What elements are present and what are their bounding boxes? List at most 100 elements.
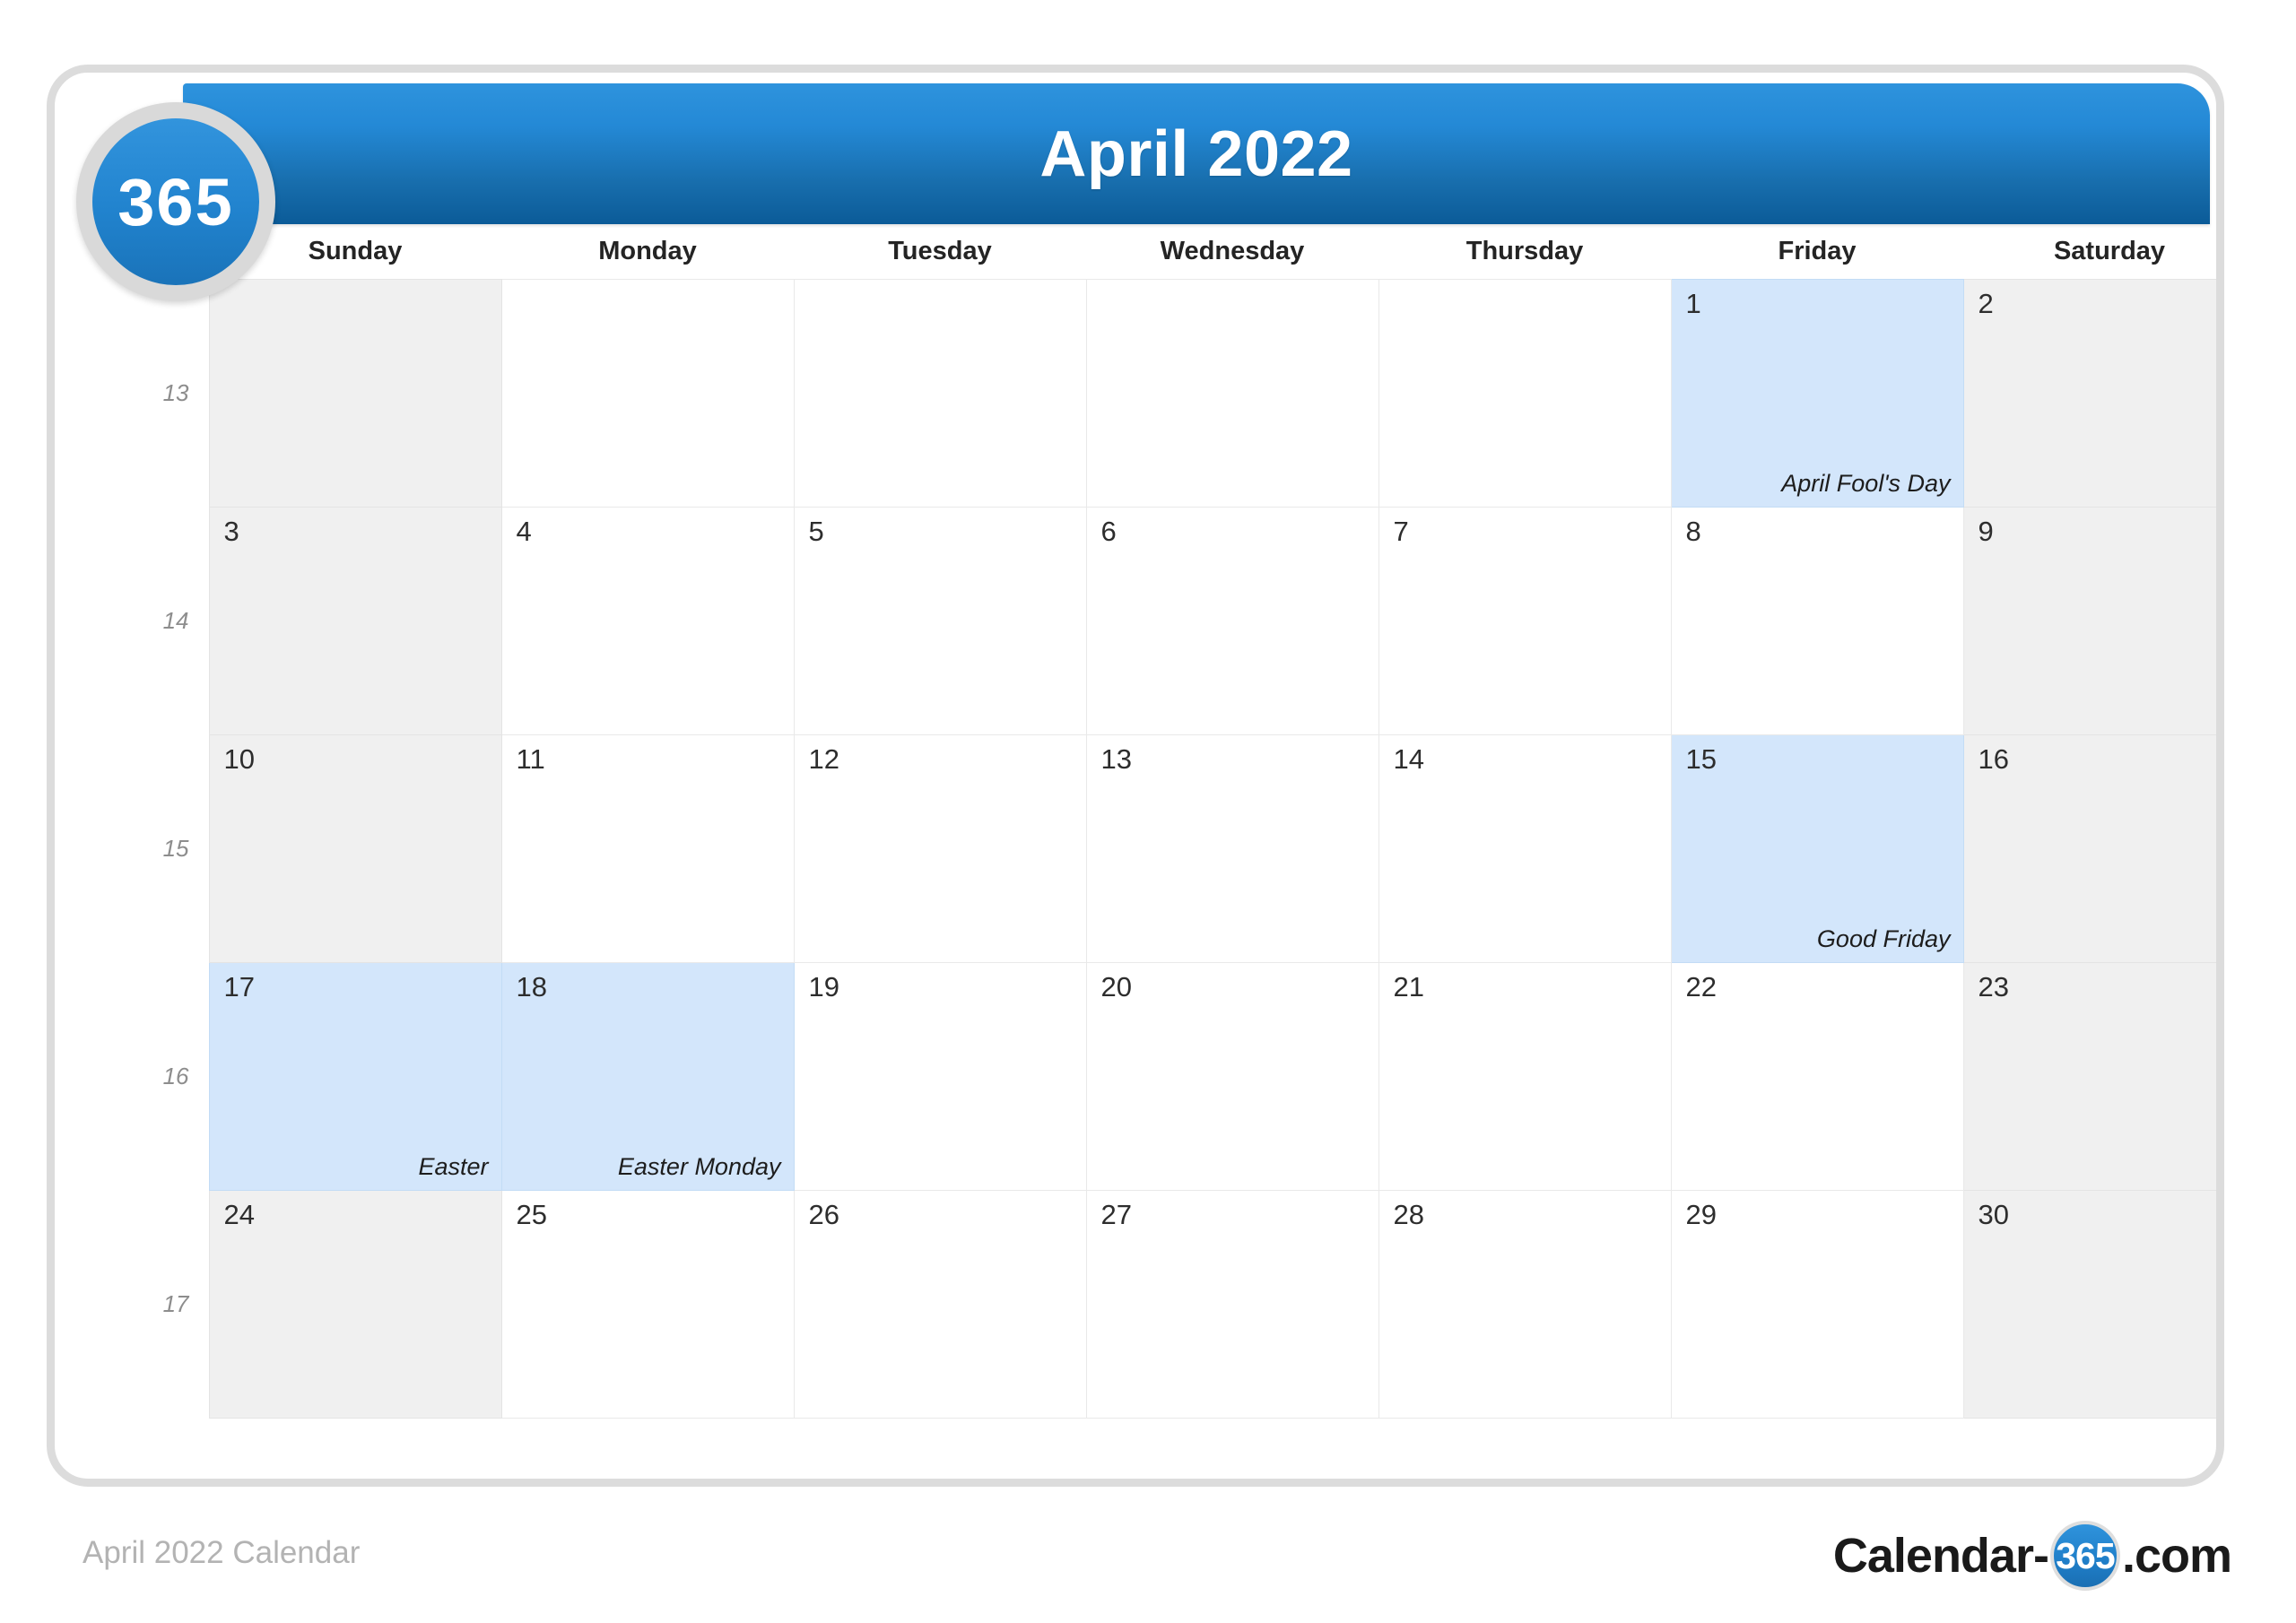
day-cell[interactable]: 11 [500,734,795,963]
week-number: 15 [107,734,209,963]
day-number: 26 [808,1199,839,1230]
day-number: 12 [808,743,839,775]
day-number: 5 [808,516,824,547]
day-cell[interactable]: 15 Good Friday [1670,734,1964,963]
holiday-label: Good Friday [1816,925,1951,952]
day-number: 25 [516,1199,547,1230]
week-number: 14 [107,507,209,735]
day-number: 13 [1100,743,1132,775]
calendar-card: 365 April 2022 365 SundayMondayTuesdayWe… [47,65,2224,1487]
weekday-header-friday: Friday [1671,223,1963,280]
calendar-week-row: 17 24 25 26 27 28 29 30 [107,1190,2216,1419]
day-number: 3 [223,516,239,547]
logo-badge: 365 [76,102,275,301]
day-cell[interactable]: 4 [500,507,795,735]
day-cell[interactable]: 6 [1085,507,1379,735]
day-cell[interactable]: 8 [1670,507,1964,735]
day-cell[interactable]: 30 [1962,1190,2216,1419]
holiday-label: Easter Monday [617,1153,781,1180]
day-cell[interactable]: 20 [1085,962,1379,1191]
brand-prefix: Calendar- [1832,1529,2049,1583]
page-footer: April 2022 Calendar Calendar- 365 .com [0,1515,2296,1614]
holiday-label: Easter [418,1153,489,1180]
day-cell-empty [500,279,795,508]
day-cell[interactable]: 16 [1962,734,2216,963]
weekday-header-tuesday: Tuesday [794,223,1086,280]
week-number: 17 [107,1190,209,1419]
day-cell[interactable]: 3 [208,507,502,735]
day-cell[interactable]: 2 [1962,279,2216,508]
day-number: 14 [1393,743,1424,775]
calendar-header-row: Sunday Monday Tuesday Wednesday Thursday Frid… [107,223,2216,280]
day-cell[interactable]: 18 Easter Monday [500,962,795,1191]
day-number: 23 [1978,971,2009,1002]
day-cell[interactable]: 29 [1670,1190,1964,1419]
day-number: 27 [1100,1199,1132,1230]
logo-badge-label: 365 [117,164,234,239]
footer-caption: April 2022 Calendar [83,1535,361,1570]
day-cell[interactable]: 25 [500,1190,795,1419]
day-cell[interactable]: 7 [1378,507,1672,735]
day-number: 18 [516,971,547,1002]
day-number: 20 [1100,971,1132,1002]
day-number: 7 [1393,516,1409,547]
brand-365-icon: 365 [2049,1521,2120,1591]
day-number: 29 [1685,1199,1717,1230]
day-cell-empty [1378,279,1672,508]
day-cell[interactable]: 5 [793,507,1087,735]
day-number: 4 [516,516,532,547]
day-cell-empty [793,279,1087,508]
day-number: 16 [1978,743,2009,775]
calendar-table: Sunday Monday Tuesday Wednesday Thursday Frid… [107,223,2216,1419]
day-cell[interactable]: 12 [793,734,1087,963]
day-number: 2 [1978,288,1994,319]
day-number: 1 [1685,288,1701,319]
day-cell[interactable]: 23 [1962,962,2216,1191]
day-number: 11 [516,743,545,775]
week-number: 13 [107,279,209,508]
holiday-label: April Fool's Day [1781,470,1951,497]
calendar-title-bar: April 2022 [183,83,2210,224]
day-number: 30 [1978,1199,2009,1230]
day-cell[interactable]: 17 Easter [208,962,502,1191]
day-number: 19 [808,971,839,1002]
calendar-week-row: 16 17 Easter 18 Easter Monday 19 20 21 22 23 [107,962,2216,1191]
page-title: April 2022 [1039,117,1353,190]
weekday-header-saturday: Saturday [1963,223,2216,280]
day-number: 21 [1393,971,1424,1002]
day-number: 22 [1685,971,1717,1002]
calendar-week-row: 14 3 4 5 6 7 8 9 [107,507,2216,735]
day-number: 10 [223,743,255,775]
day-cell[interactable]: 14 [1378,734,1672,963]
weekday-header-thursday: Thursday [1378,223,1671,280]
day-number: 6 [1100,516,1117,547]
day-cell[interactable]: 13 [1085,734,1379,963]
day-cell[interactable]: 22 [1670,962,1964,1191]
day-cell[interactable]: 1 April Fool's Day [1670,279,1964,508]
week-number: 16 [107,962,209,1191]
day-cell-empty [208,279,502,508]
brand-logo[interactable]: Calendar- 365 .com [1832,1521,2232,1591]
logo-badge-circle: 365 [92,118,259,285]
day-cell[interactable]: 19 [793,962,1087,1191]
day-cell[interactable]: 9 [1962,507,2216,735]
day-cell[interactable]: 27 [1085,1190,1379,1419]
weekday-header-monday: Monday [501,223,794,280]
day-number: 15 [1685,743,1717,775]
day-cell[interactable]: 24 [208,1190,502,1419]
calendar-week-row: 15 10 11 12 13 14 15 Good Friday 16 [107,734,2216,963]
calendar-grid-wrapper: Sunday Monday Tuesday Wednesday Thursday Frid… [55,223,2216,1419]
day-number: 24 [223,1199,255,1230]
day-number: 17 [223,971,255,1002]
weekday-header-wednesday: Wednesday [1086,223,1378,280]
day-number: 9 [1978,516,1994,547]
day-cell-empty [1085,279,1379,508]
day-number: 8 [1685,516,1701,547]
day-cell[interactable]: 26 [793,1190,1087,1419]
day-cell[interactable]: 21 [1378,962,1672,1191]
day-number: 28 [1393,1199,1424,1230]
calendar-week-row: 13 1 April Fool's Day 2 [107,279,2216,508]
day-cell[interactable]: 28 [1378,1190,1672,1419]
brand-suffix: .com [2121,1529,2232,1583]
day-cell[interactable]: 10 [208,734,502,963]
